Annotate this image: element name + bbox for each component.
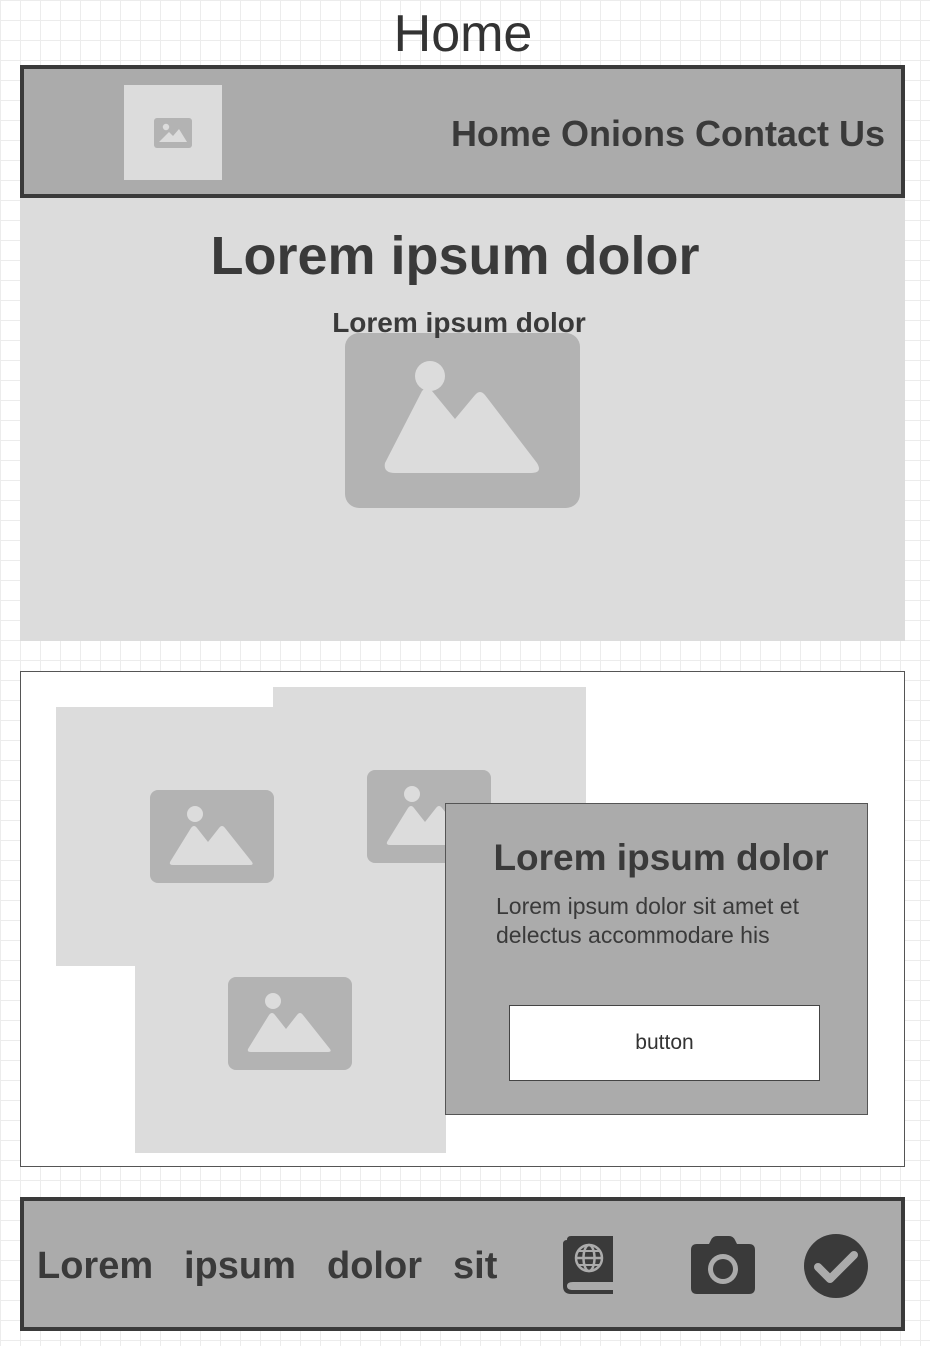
image-icon [154,117,192,148]
footer-link[interactable]: Lorem [37,1243,153,1289]
nav-item-onions[interactable]: Onions [561,112,685,156]
globe-book-icon[interactable] [561,1236,615,1296]
camera-icon[interactable] [691,1236,755,1294]
hero-section: Lorem ipsum dolor Lorem ipsum dolor [20,198,905,641]
page-title: Home [393,5,533,63]
card-text: Lorem ipsum dolor sit amet et delectus a… [496,893,799,948]
footer-link[interactable]: dolor [327,1243,422,1289]
image-thumbnail [228,977,352,1070]
image-thumbnail [150,790,274,883]
info-card: Lorem ipsum dolor Lorem ipsum dolor sit … [445,803,868,1115]
hero-image [345,333,580,508]
footer-bar: Lorem ipsum dolor sit [20,1197,905,1331]
footer-link[interactable]: sit [453,1243,497,1289]
image-icon [247,993,331,1052]
logo-placeholder[interactable] [124,85,222,180]
header-bar: Home Onions Contact Us [20,65,905,198]
check-circle-icon[interactable] [803,1233,869,1299]
image-icon [384,361,539,473]
card-button[interactable]: button [509,1005,820,1081]
card-title: Lorem ipsum dolor [493,837,829,878]
footer-link[interactable]: ipsum [184,1243,296,1289]
main-nav: Home Onions Contact Us [451,112,885,156]
nav-item-home[interactable]: Home [451,112,551,156]
hero-title: Lorem ipsum dolor [210,226,700,286]
hero-subtitle: Lorem ipsum dolor [332,307,586,338]
nav-item-contact-us[interactable]: Contact Us [695,112,885,156]
feature-section: Lorem ipsum dolor Lorem ipsum dolor sit … [20,671,905,1167]
image-icon [169,806,253,865]
